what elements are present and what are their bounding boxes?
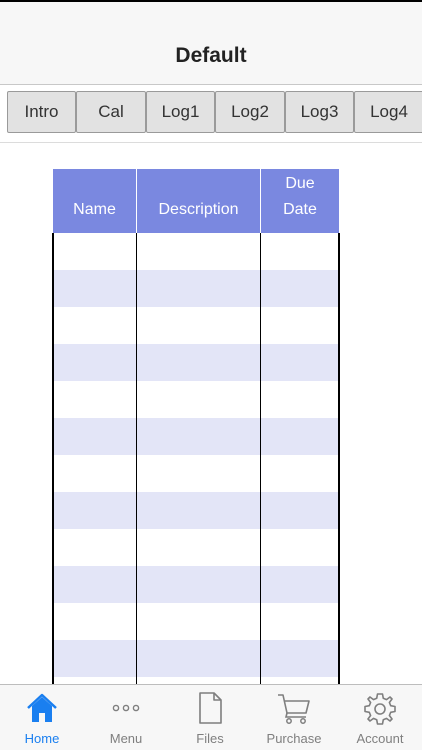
table-row[interactable] <box>52 381 340 418</box>
tab-log3[interactable]: Log3 <box>285 91 354 133</box>
table-cell[interactable] <box>137 307 260 344</box>
table-cell[interactable] <box>261 640 338 677</box>
bottom-tab-label: Home <box>24 731 60 746</box>
bottom-tab-label: Menu <box>109 731 143 746</box>
table-cell[interactable] <box>137 492 260 529</box>
gear-icon <box>362 691 398 732</box>
page-title: Default <box>175 44 247 67</box>
table-cell[interactable] <box>137 418 260 455</box>
table-cell[interactable] <box>54 640 136 677</box>
bottom-tab-label: Account <box>356 731 404 746</box>
table-cell[interactable] <box>137 270 260 307</box>
tab-intro[interactable]: Intro <box>7 91 76 133</box>
table-cell[interactable] <box>54 233 136 270</box>
table-header: Name Description Due Date <box>53 169 339 233</box>
table-row[interactable] <box>52 566 340 603</box>
bottom-tab-purchase[interactable]: Purchase <box>252 685 336 750</box>
tab-log2[interactable]: Log2 <box>215 91 285 133</box>
column-header-name: Name <box>53 169 136 233</box>
table-cell[interactable] <box>54 344 136 381</box>
column-border <box>260 233 261 685</box>
bottom-tab-menu[interactable]: Menu <box>84 685 168 750</box>
table-cell[interactable] <box>261 603 338 640</box>
table-row[interactable] <box>52 455 340 492</box>
table-row[interactable] <box>52 418 340 455</box>
more-dots-icon <box>109 691 143 730</box>
table-row[interactable] <box>52 529 340 566</box>
table-row[interactable] <box>52 640 340 677</box>
table-row[interactable] <box>52 307 340 344</box>
table-cell[interactable] <box>137 603 260 640</box>
table-cell[interactable] <box>261 270 338 307</box>
table-row[interactable] <box>52 344 340 381</box>
tab-log1[interactable]: Log1 <box>146 91 215 133</box>
bottom-tab-account[interactable]: Account <box>338 685 422 750</box>
table-row[interactable] <box>52 270 340 307</box>
table-cell[interactable] <box>54 455 136 492</box>
tab-cal[interactable]: Cal <box>76 91 146 133</box>
table-cell[interactable] <box>54 381 136 418</box>
column-border <box>338 233 340 685</box>
table-cell[interactable] <box>261 233 338 270</box>
table-row[interactable] <box>52 492 340 529</box>
home-icon <box>25 691 59 730</box>
table-cell[interactable] <box>54 529 136 566</box>
column-header-line: Date <box>283 201 317 218</box>
table-cell[interactable] <box>137 233 260 270</box>
table-cell[interactable] <box>137 455 260 492</box>
bottom-tab-bar: Home Menu Files Purchase Account <box>0 684 422 750</box>
table-cell[interactable] <box>137 344 260 381</box>
table-cell[interactable] <box>261 344 338 381</box>
file-icon <box>193 691 227 730</box>
table-row[interactable] <box>52 603 340 640</box>
segment-tab-bar: Intro Cal Log1 Log2 Log3 Log4 <box>0 85 422 143</box>
table-cell[interactable] <box>137 640 260 677</box>
table-cell[interactable] <box>54 418 136 455</box>
cart-icon <box>276 691 312 730</box>
table-row[interactable] <box>52 233 340 270</box>
table-cell[interactable] <box>54 603 136 640</box>
column-header-due-date: Due Date <box>261 169 339 233</box>
table-cell[interactable] <box>261 566 338 603</box>
table-cell[interactable] <box>137 529 260 566</box>
column-header-line: Description <box>158 201 239 218</box>
bottom-tab-home[interactable]: Home <box>0 685 84 750</box>
column-header-line: Due <box>285 175 315 192</box>
tab-log4[interactable]: Log4 <box>354 91 422 133</box>
table-cell[interactable] <box>54 492 136 529</box>
table-cell[interactable] <box>54 270 136 307</box>
column-header-description: Description <box>137 169 260 233</box>
bottom-tab-label: Files <box>196 731 224 746</box>
table-cell[interactable] <box>54 307 136 344</box>
table-cell[interactable] <box>261 529 338 566</box>
table-cell[interactable] <box>54 566 136 603</box>
table-cell[interactable] <box>261 418 338 455</box>
column-border <box>52 233 54 685</box>
table-cell[interactable] <box>261 307 338 344</box>
column-border <box>136 233 137 685</box>
navigation-bar: Default <box>0 2 422 85</box>
table-cell[interactable] <box>137 566 260 603</box>
table-cell[interactable] <box>261 492 338 529</box>
table-cell[interactable] <box>261 381 338 418</box>
app-screen: Default Intro Cal Log1 Log2 Log3 Log4 Na… <box>0 0 422 750</box>
column-header-line: Name <box>73 201 116 218</box>
bottom-tab-label: Purchase <box>266 731 322 746</box>
bottom-tab-files[interactable]: Files <box>168 685 252 750</box>
table-cell[interactable] <box>137 381 260 418</box>
table-cell[interactable] <box>261 455 338 492</box>
